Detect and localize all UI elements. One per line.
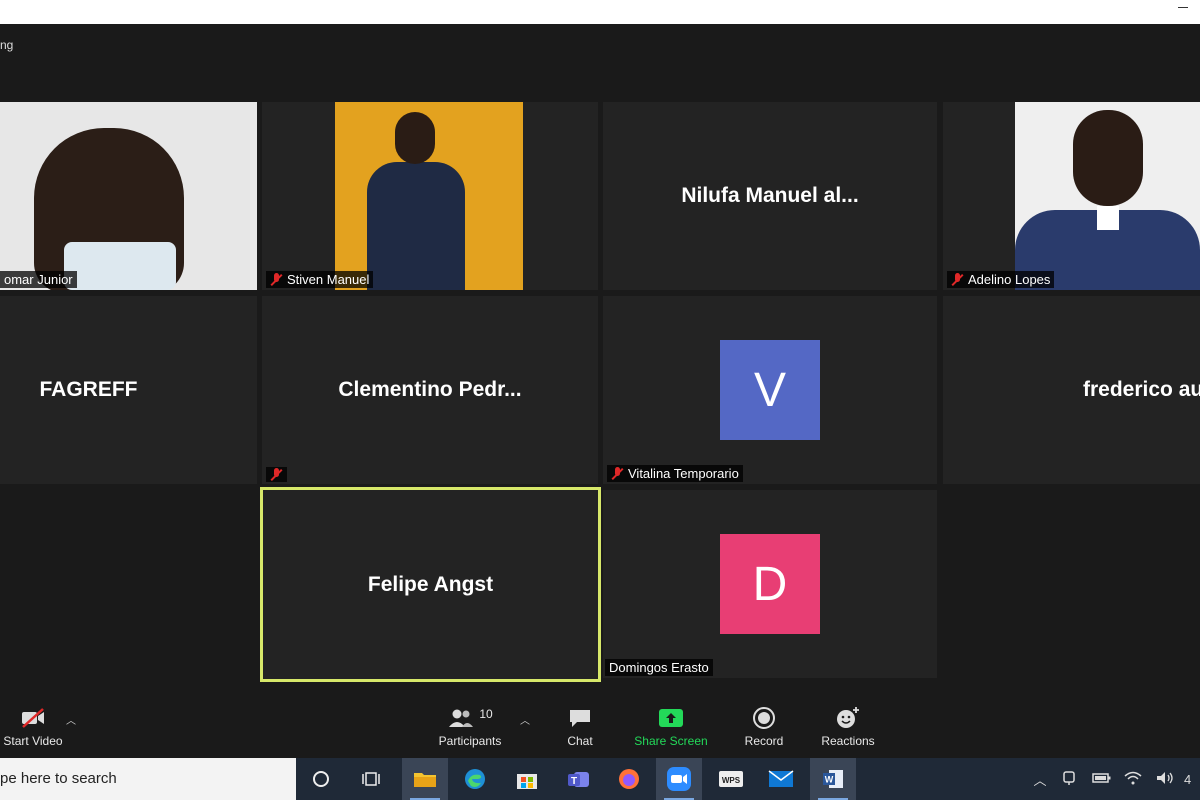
meeting-topbar: ng — [0, 24, 1200, 102]
start-video-button[interactable]: Start Video — [0, 704, 66, 748]
meeting-label: ng — [0, 38, 14, 52]
active-speaker-tile[interactable]: Felipe Angst — [260, 487, 601, 682]
wps-icon[interactable]: WPS — [708, 758, 754, 800]
participant-display-name: frederico aurelio... — [1083, 378, 1200, 401]
record-icon — [740, 704, 788, 732]
participant-tile[interactable]: frederico aurelio... — [943, 296, 1200, 484]
system-tray: ︿ 4 — [1030, 758, 1191, 800]
firefox-icon[interactable] — [606, 758, 652, 800]
participant-display-name: Felipe Angst — [367, 572, 494, 596]
participant-video — [0, 102, 257, 290]
mic-muted-icon — [951, 273, 964, 286]
svg-text:WPS: WPS — [722, 776, 741, 785]
zoom-icon[interactable] — [656, 758, 702, 800]
participant-display-name: Clementino Pedr... — [338, 378, 522, 401]
cortana-icon[interactable] — [298, 758, 344, 800]
chat-label: Chat — [567, 734, 593, 748]
participant-name-tag: omar Junior — [0, 271, 77, 288]
participant-tile[interactable]: Clementino Pedr... — [262, 296, 598, 484]
video-off-icon — [0, 704, 66, 732]
participant-name: Adelino Lopes — [968, 272, 1051, 287]
participants-button[interactable]: 10 Participants — [434, 704, 506, 748]
participants-label: Participants — [438, 734, 502, 748]
minimize-icon[interactable] — [1178, 7, 1188, 8]
reactions-icon — [818, 704, 878, 732]
share-screen-button[interactable]: Share Screen — [630, 704, 712, 748]
participant-tile[interactable]: FAGREFF — [0, 296, 257, 484]
record-button[interactable]: Record — [740, 704, 788, 748]
record-label: Record — [744, 734, 784, 748]
participant-name-tag — [266, 467, 287, 482]
show-hidden-icons-chevron-icon[interactable]: ︿ — [1030, 770, 1050, 789]
meet-now-icon[interactable] — [1062, 770, 1082, 789]
share-screen-label: Share Screen — [634, 734, 708, 748]
windows-taskbar: pe here to search T WPS W ︿ 4 — [0, 758, 1200, 800]
word-icon[interactable]: W — [810, 758, 856, 800]
teams-icon[interactable]: T — [556, 758, 602, 800]
reactions-label: Reactions — [821, 734, 875, 748]
participant-name: Stiven Manuel — [287, 272, 370, 287]
participant-name-tag: Stiven Manuel — [266, 271, 374, 288]
mic-muted-icon — [611, 467, 624, 480]
participant-tile[interactable]: Adelino Lopes — [943, 102, 1200, 290]
participant-tile[interactable]: Stiven Manuel — [262, 102, 598, 290]
battery-icon[interactable] — [1092, 772, 1114, 787]
file-explorer-icon[interactable] — [402, 758, 448, 800]
participant-tile[interactable]: V Vitalina Temporario — [603, 296, 937, 484]
meeting-toolbar: Start Video ︿ 10 Participants ︿ Chat Sha… — [0, 690, 1200, 758]
mic-muted-icon — [270, 273, 283, 286]
participant-display-name: Nilufa Manuel al... — [681, 184, 859, 207]
participant-name-tag: Vitalina Temporario — [607, 465, 743, 482]
participant-tile[interactable]: omar Junior — [0, 102, 257, 290]
chat-icon — [560, 704, 600, 732]
participant-avatar: V — [720, 340, 820, 440]
share-screen-icon — [630, 704, 712, 732]
participant-video — [335, 102, 523, 290]
task-view-icon[interactable] — [348, 758, 394, 800]
mic-muted-icon — [270, 468, 283, 481]
svg-text:W: W — [825, 775, 834, 785]
participant-name: Vitalina Temporario — [628, 466, 739, 481]
participant-tile[interactable]: D Domingos Erasto — [603, 490, 937, 678]
svg-text:T: T — [571, 776, 577, 787]
wifi-icon[interactable] — [1124, 771, 1146, 788]
video-options-caret-icon[interactable]: ︿ — [66, 712, 76, 727]
participant-video — [1015, 102, 1200, 290]
participant-name-tag: Adelino Lopes — [947, 271, 1055, 288]
video-grid: omar Junior Stiven Manuel Nilufa Manuel … — [0, 102, 1200, 690]
chat-button[interactable]: Chat — [560, 704, 600, 748]
volume-icon[interactable] — [1156, 771, 1178, 788]
edge-icon[interactable] — [452, 758, 498, 800]
clock-fragment: 4 — [1184, 771, 1192, 787]
participants-options-caret-icon[interactable]: ︿ — [520, 712, 530, 727]
participant-avatar: D — [720, 534, 820, 634]
window-titlebar — [0, 0, 1200, 24]
participant-name: Domingos Erasto — [609, 660, 709, 675]
participant-display-name: FAGREFF — [39, 378, 138, 401]
search-placeholder: pe here to search — [0, 770, 117, 787]
store-icon[interactable] — [504, 758, 550, 800]
participants-count: 10 — [479, 707, 493, 721]
participant-tile[interactable]: Nilufa Manuel al... — [603, 102, 937, 290]
start-video-label: Start Video — [3, 734, 63, 748]
participant-name-tag: Domingos Erasto — [605, 659, 713, 676]
mail-icon[interactable] — [758, 758, 804, 800]
reactions-button[interactable]: Reactions — [818, 704, 878, 748]
participants-icon: 10 — [434, 704, 506, 732]
participant-name: omar Junior — [4, 272, 73, 287]
taskbar-search-box[interactable]: pe here to search — [0, 758, 296, 800]
